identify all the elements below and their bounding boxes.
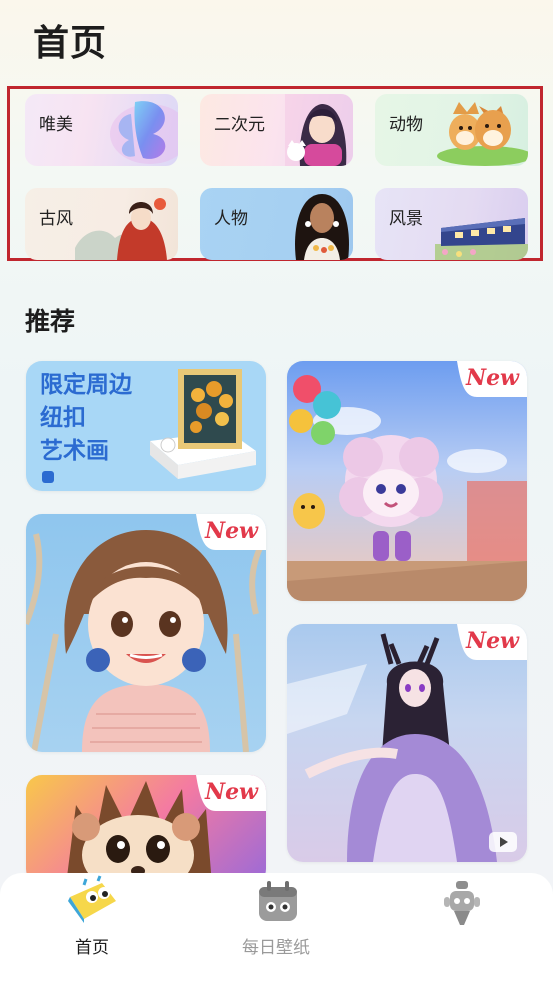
- video-play-icon[interactable]: [489, 832, 517, 852]
- recommend-card-dragon-girl[interactable]: New: [287, 624, 527, 862]
- tab-profile[interactable]: [410, 873, 510, 984]
- robot-mascot-icon: [444, 881, 480, 925]
- new-badge-label: New: [465, 628, 519, 654]
- category-label: 二次元: [214, 115, 265, 135]
- tab-daily-wallpaper[interactable]: 每日壁纸: [226, 873, 326, 984]
- page-title: 首页: [33, 23, 108, 64]
- category-card-anime[interactable]: 二次元: [200, 94, 353, 166]
- new-badge-label: New: [204, 518, 258, 544]
- home-mascot-icon: [68, 875, 116, 923]
- banner-line: 艺术画: [40, 438, 109, 464]
- tab-label: 每日壁纸: [242, 938, 310, 958]
- recommend-card-sheep[interactable]: New: [287, 361, 527, 601]
- bottom-tab-bar: 首页 每日壁纸: [0, 873, 553, 984]
- new-badge: New: [186, 775, 266, 811]
- category-label: 风景: [389, 209, 423, 229]
- new-badge-label: New: [204, 779, 258, 805]
- sheep-illustration: [287, 375, 527, 601]
- banner-card[interactable]: 限定周边 纽扣 艺术画: [26, 361, 266, 491]
- category-label: 唯美: [39, 115, 73, 135]
- calendar-mascot-icon: [259, 881, 297, 921]
- category-card-animals[interactable]: 动物: [375, 94, 528, 166]
- category-card-aesthetic[interactable]: 唯美: [25, 94, 178, 166]
- banner-line: 限定周边: [40, 372, 132, 398]
- category-card-people[interactable]: 人物: [200, 188, 353, 260]
- tab-label: 首页: [75, 938, 109, 958]
- category-label: 人物: [214, 209, 248, 229]
- recommend-card-hedgehog[interactable]: New: [26, 775, 266, 885]
- tab-home[interactable]: 首页: [42, 873, 142, 984]
- category-label: 古风: [39, 209, 73, 229]
- category-label: 动物: [389, 115, 423, 135]
- banner-text: 限定周边 纽扣 艺术画: [40, 369, 132, 468]
- section-title-recommend: 推荐: [25, 307, 76, 336]
- new-badge: New: [447, 624, 527, 660]
- button-art-product: [150, 369, 256, 479]
- category-card-ancient[interactable]: 古风: [25, 188, 178, 260]
- brand-logo-icon: [42, 471, 54, 483]
- banner-line: 纽扣: [40, 405, 86, 431]
- new-badge: New: [186, 514, 266, 550]
- new-badge-label: New: [465, 365, 519, 391]
- recommend-card-girl[interactable]: New: [26, 514, 266, 752]
- category-card-scenery[interactable]: 风景: [375, 188, 528, 260]
- new-badge: New: [447, 361, 527, 397]
